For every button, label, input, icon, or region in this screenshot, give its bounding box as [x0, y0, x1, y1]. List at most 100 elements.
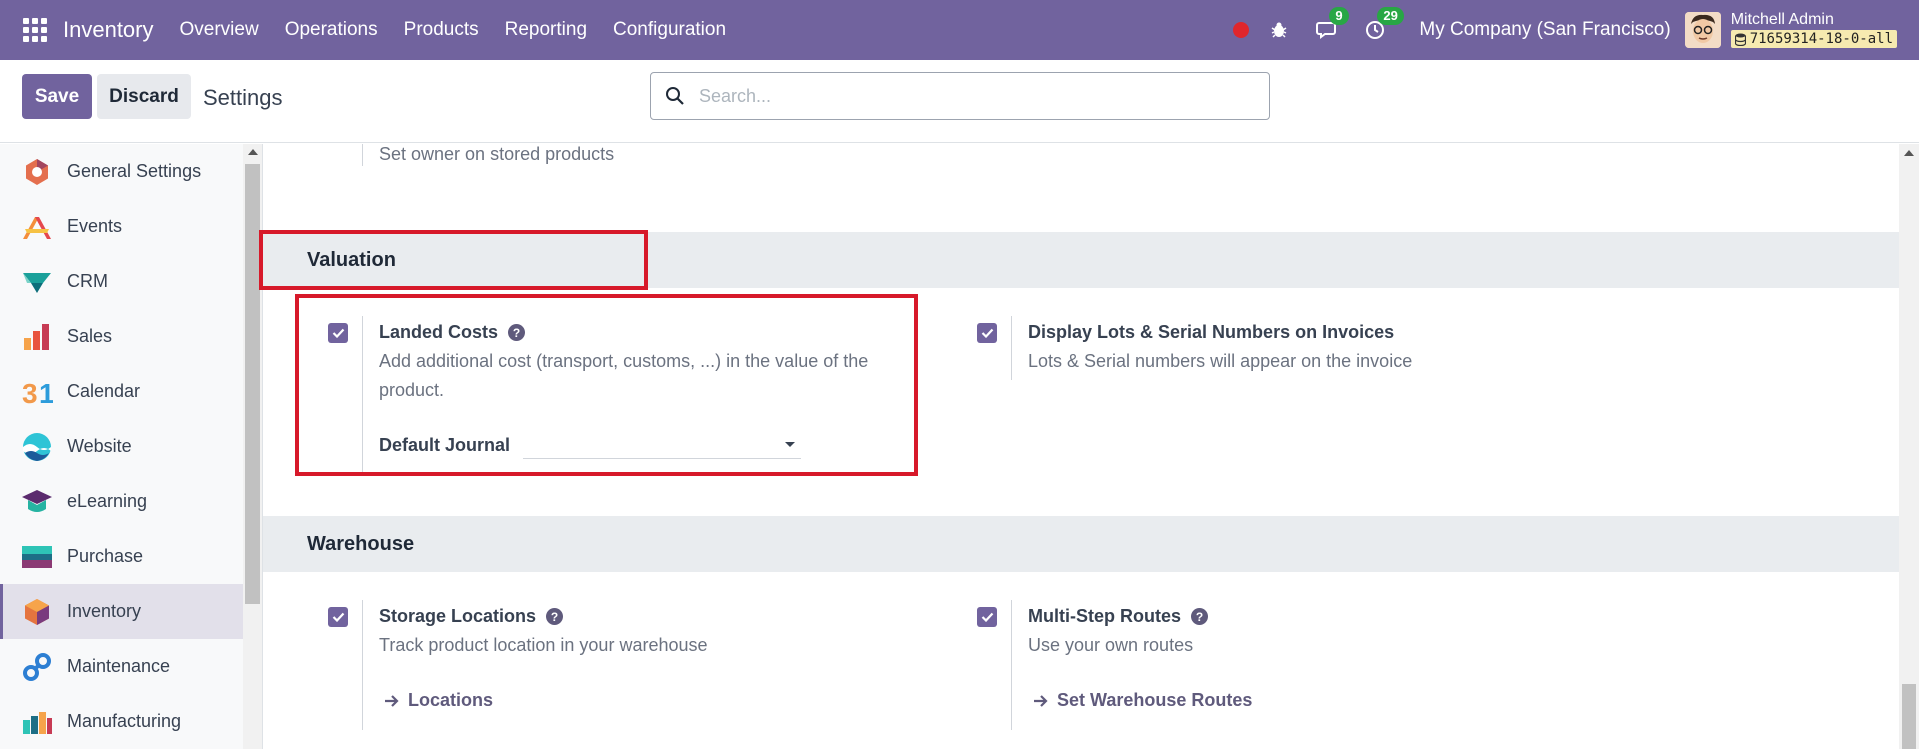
scrollbar-thumb[interactable] [1902, 684, 1916, 749]
events-icon [20, 210, 54, 244]
storage-locations-description: Track product location in your warehouse [379, 635, 708, 655]
database-tag: 71659314-18-0-all [1730, 30, 1897, 48]
recording-dot-icon[interactable] [1233, 22, 1250, 38]
scrollbar-thumb[interactable] [245, 164, 260, 604]
warehouse-routes-link-label: Set Warehouse Routes [1057, 690, 1253, 710]
page-title: Settings [203, 85, 283, 110]
multi-step-routes-description: Use your own routes [1028, 635, 1194, 655]
activities-count-badge: 29 [1377, 7, 1404, 25]
website-icon [20, 430, 54, 464]
checkmark-icon [332, 612, 344, 622]
storage-locations-title: Storage Locations ? [379, 606, 564, 627]
sidebar-item-crm[interactable]: CRM [0, 254, 243, 309]
sidebar-item-manufacturing[interactable]: Manufacturing [0, 694, 243, 749]
multi-step-routes-checkbox[interactable] [977, 607, 997, 627]
crm-icon [20, 265, 54, 299]
search-box[interactable] [650, 72, 1270, 120]
setting-divider [362, 600, 363, 730]
menu-configuration[interactable]: Configuration [613, 19, 726, 41]
owner-setting-description: Set owner on stored products [379, 144, 615, 164]
sidebar-item-label: eLearning [67, 491, 148, 511]
checkmark-icon [981, 328, 993, 338]
sidebar-item-label: CRM [67, 271, 108, 291]
sidebar-item-maintenance[interactable]: Maintenance [0, 639, 243, 694]
storage-locations-checkbox[interactable] [328, 607, 348, 627]
sidebar-item-website[interactable]: Website [0, 419, 243, 474]
sidebar-item-general-settings[interactable]: General Settings [0, 144, 243, 199]
sidebar-item-label: Manufacturing [67, 711, 182, 731]
setting-divider [1011, 600, 1012, 730]
apps-menu-icon[interactable] [23, 18, 47, 42]
top-navbar: Inventory Overview Operations Products R… [0, 0, 1919, 60]
messages-icon[interactable]: 9 [1315, 7, 1349, 42]
sidebar-item-label: Website [67, 436, 132, 456]
sidebar-item-label: Sales [67, 326, 113, 346]
warehouse-routes-link[interactable]: Set Warehouse Routes [1033, 690, 1252, 711]
elearning-icon [20, 485, 54, 519]
database-name: 71659314-18-0-all [1749, 31, 1893, 47]
debug-bug-icon[interactable] [1267, 18, 1291, 42]
control-panel: Save Discard Settings [0, 60, 1919, 143]
navbar-systray: 9 29 My Company (San Francisco) Mitchell… [1233, 0, 1897, 60]
discard-button[interactable]: Discard [97, 74, 191, 119]
lots-invoices-description: Lots & Serial numbers will appear on the… [1028, 351, 1413, 371]
sidebar-item-elearning[interactable]: eLearning [0, 474, 243, 529]
scroll-up-arrow-icon[interactable] [248, 149, 258, 155]
setting-divider [1011, 316, 1012, 380]
activities-clock-icon[interactable]: 29 [1363, 7, 1404, 42]
messages-count-badge: 9 [1329, 7, 1349, 25]
sidebar-item-calendar[interactable]: 31 Calendar [0, 364, 243, 419]
app-brand[interactable]: Inventory [63, 17, 154, 43]
sidebar-item-label: Events [67, 216, 123, 236]
company-switcher[interactable]: My Company (San Francisco) [1419, 19, 1670, 41]
help-icon[interactable]: ? [546, 608, 564, 625]
settings-sidebar: General Settings Events CRM Sales 31 Cal… [0, 144, 243, 749]
maintenance-icon [20, 650, 54, 684]
svg-text:3: 3 [22, 378, 38, 407]
section-title-warehouse: Warehouse [307, 532, 415, 555]
locations-link-label: Locations [408, 690, 494, 710]
menu-reporting[interactable]: Reporting [505, 19, 587, 41]
general-settings-icon [20, 155, 54, 189]
sidebar-item-label: Inventory [67, 601, 142, 621]
arrow-right-icon [385, 694, 399, 707]
multi-step-routes-label: Multi-Step Routes [1028, 606, 1181, 626]
arrow-right-icon [1034, 694, 1048, 707]
sidebar-item-events[interactable]: Events [0, 199, 243, 254]
help-icon[interactable]: ? [1191, 608, 1208, 625]
menu-products[interactable]: Products [404, 19, 479, 41]
storage-locations-label: Storage Locations [379, 606, 537, 626]
sidebar-item-purchase[interactable]: Purchase [0, 529, 243, 584]
section-header-warehouse: Warehouse [263, 516, 1899, 572]
sidebar-item-label: General Settings [67, 161, 202, 181]
purchase-icon [20, 540, 54, 574]
manufacturing-icon [20, 705, 54, 739]
scroll-up-arrow-icon[interactable] [1904, 150, 1914, 156]
menu-operations[interactable]: Operations [285, 19, 378, 41]
inventory-icon [20, 595, 54, 629]
sidebar-item-inventory[interactable]: Inventory [0, 584, 243, 639]
search-icon [666, 87, 684, 105]
user-menu[interactable]: Mitchell Admin 71659314-18-0-all [1730, 11, 1897, 48]
valuation-highlight-box [259, 230, 648, 290]
sidebar-item-label: Purchase [67, 546, 144, 566]
database-icon [1734, 33, 1746, 46]
svg-text:1: 1 [39, 378, 53, 407]
locations-link[interactable]: Locations [384, 690, 493, 711]
lots-invoices-checkbox[interactable] [977, 323, 997, 343]
calendar-icon: 31 [20, 375, 54, 409]
user-name: Mitchell Admin [1730, 11, 1834, 28]
multi-step-routes-title: Multi-Step Routes ? [1028, 606, 1208, 627]
sales-icon [20, 320, 54, 354]
lots-invoices-title: Display Lots & Serial Numbers on Invoice… [1028, 322, 1395, 342]
menu-overview[interactable]: Overview [180, 19, 259, 41]
landed-costs-highlight-box [295, 294, 918, 476]
user-avatar[interactable] [1684, 12, 1721, 48]
search-input[interactable] [699, 85, 1239, 107]
checkmark-icon [981, 612, 993, 622]
sidebar-item-sales[interactable]: Sales [0, 309, 243, 364]
setting-divider [362, 144, 363, 166]
save-button[interactable]: Save [22, 74, 92, 119]
sidebar-item-label: Calendar [67, 381, 141, 401]
content-scrollbar[interactable] [1899, 144, 1919, 749]
